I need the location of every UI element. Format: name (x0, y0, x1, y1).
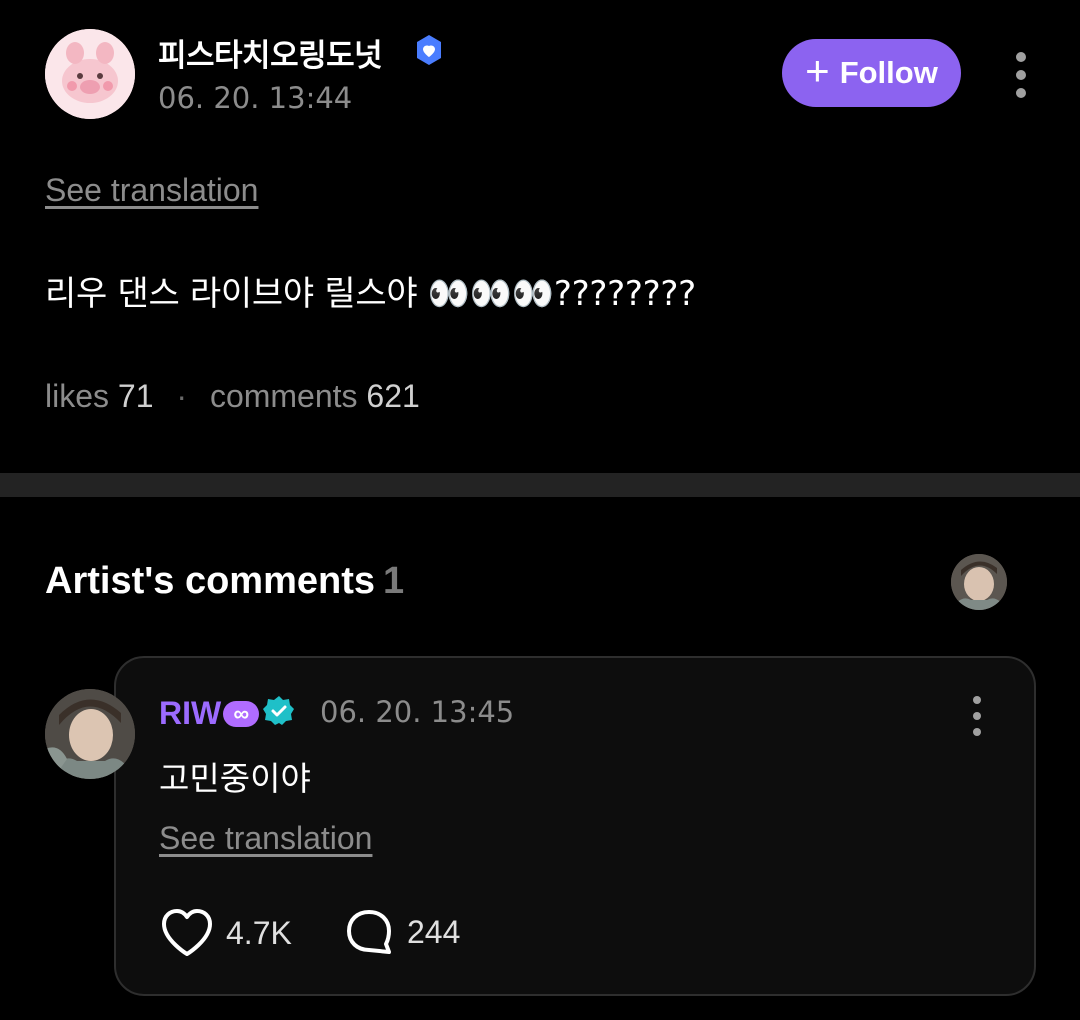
likes-label: likes (45, 378, 110, 414)
comment-timestamp: 06. 20. 13:45 (320, 695, 515, 729)
commenter-avatar[interactable] (45, 689, 135, 779)
follow-label: Follow (839, 55, 938, 90)
commenter-name-text: RIW (159, 695, 222, 731)
comment-bubble-icon (347, 910, 391, 954)
like-button[interactable]: 4.7K (160, 908, 292, 958)
comments-count[interactable]: 621 (366, 378, 419, 414)
verified-badge-icon (262, 694, 296, 728)
author-avatar[interactable] (45, 29, 135, 119)
artist-comments-title: Artist's comments (45, 560, 376, 602)
artist-comments-heading: Artist's comments 1 (45, 560, 404, 603)
see-translation-link[interactable]: See translation (159, 820, 372, 857)
comment-body: 고민중이야 (159, 759, 311, 798)
separator-dot: · (176, 378, 188, 414)
reply-count: 244 (407, 913, 461, 950)
like-count: 4.7K (226, 914, 292, 951)
artist-avatar-small[interactable] (951, 554, 1007, 610)
author-name[interactable]: 피스타치오링도넛 (158, 30, 383, 75)
infinity-badge: ∞ (223, 701, 260, 727)
post-timestamp: 06. 20. 13:44 (158, 81, 353, 115)
comments-label: comments (209, 378, 358, 414)
post-body: 리우 댄스 라이브야 릴스야 👀👀👀???????? (45, 274, 696, 314)
heart-icon (162, 909, 212, 956)
see-translation-link[interactable]: See translation (45, 172, 258, 209)
follow-button[interactable]: + Follow (782, 39, 961, 107)
reply-button[interactable]: 244 (345, 908, 460, 956)
artist-comments-count: 1 (383, 560, 405, 602)
more-vertical-icon[interactable] (1009, 48, 1033, 104)
likes-count[interactable]: 71 (118, 378, 154, 414)
section-divider (0, 473, 1080, 497)
plus-icon: + (805, 47, 830, 94)
commenter-name[interactable]: RIW ∞ (159, 695, 260, 732)
post-engagement: likes 71 · comments 621 (45, 378, 420, 415)
more-vertical-icon[interactable] (965, 692, 989, 748)
verified-badge-icon (412, 33, 446, 67)
